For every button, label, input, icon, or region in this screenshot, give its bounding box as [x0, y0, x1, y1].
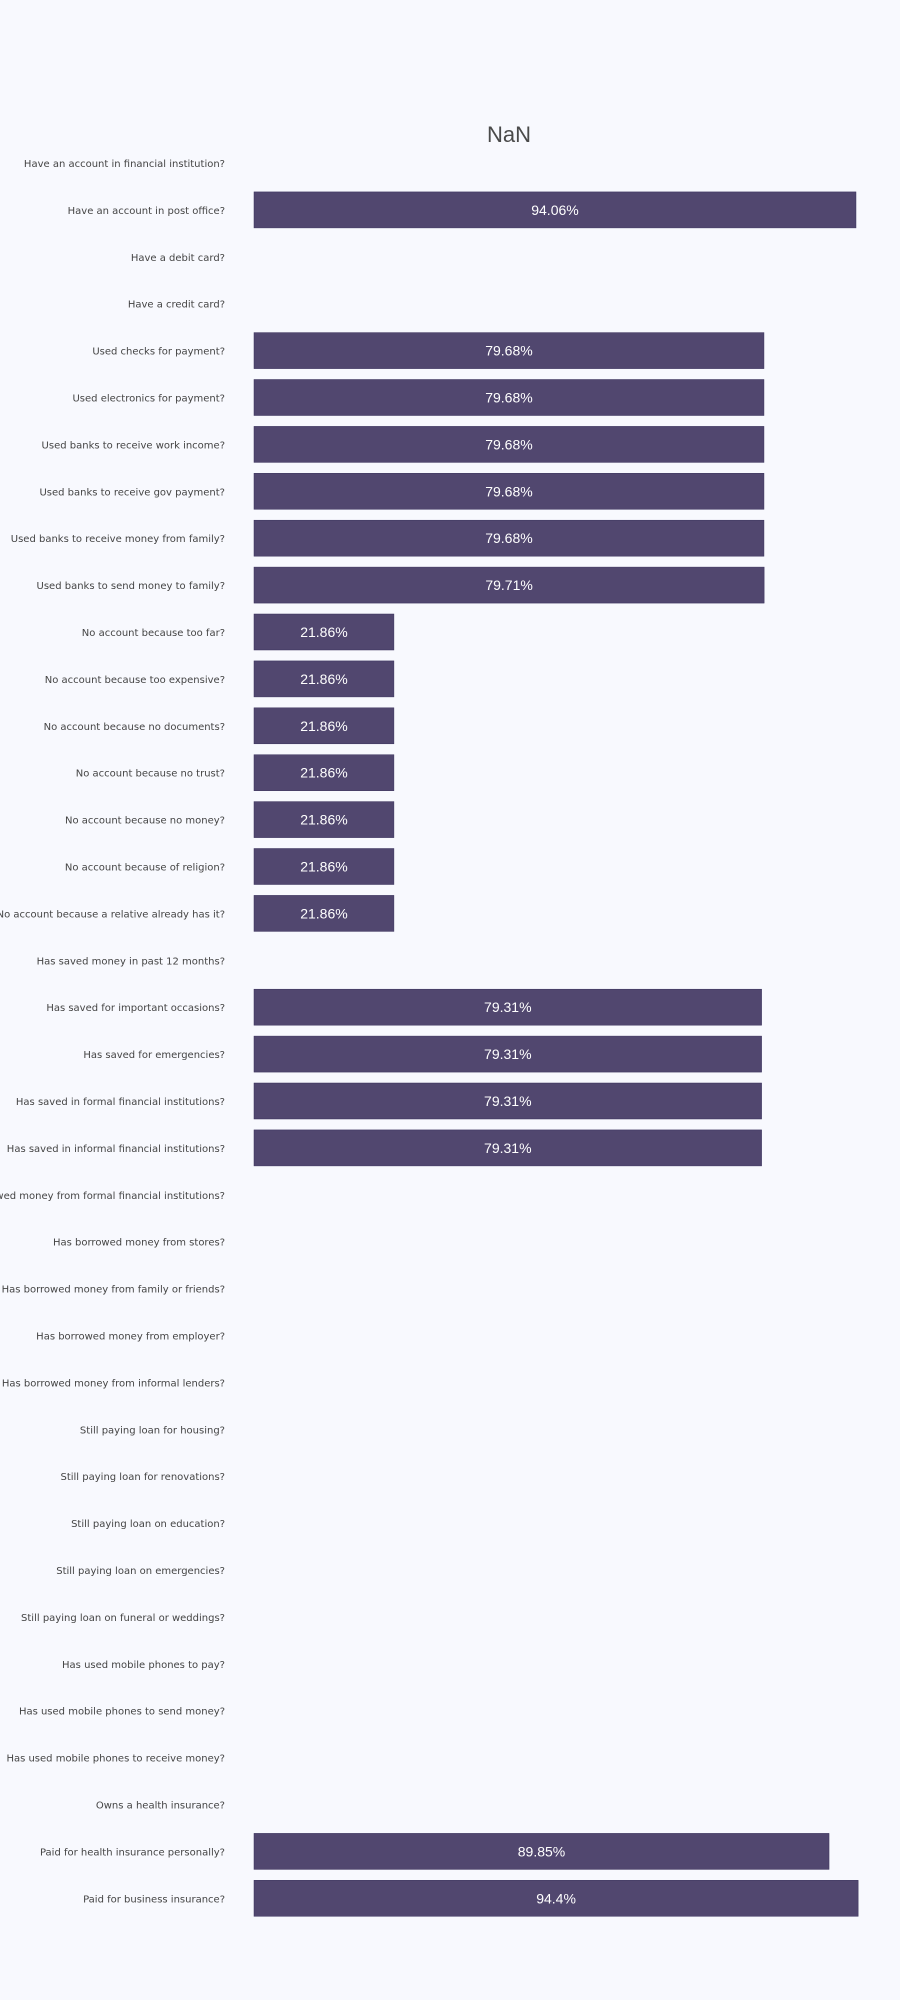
category-label: No account because no documents? [44, 722, 225, 733]
category-label: Used banks to receive money from family? [11, 534, 225, 545]
category-label: No account because too expensive? [45, 675, 225, 686]
chart-title: NaN [487, 122, 531, 147]
bar-value-label: 79.31% [484, 999, 531, 1015]
category-label: Have an account in financial institution… [24, 159, 225, 170]
category-label: Has saved money in past 12 months? [37, 956, 225, 967]
category-label: Has used mobile phones to pay? [62, 1660, 225, 1671]
category-label: Has borrowed money from family or friend… [2, 1285, 225, 1296]
bar-value-label: 21.86% [300, 765, 347, 781]
category-label: Has borrowed money from employer? [36, 1332, 225, 1343]
category-label: Used electronics for payment? [72, 394, 225, 405]
category-label: Used banks to send money to family? [37, 581, 225, 592]
category-label: Still paying loan on funeral or weddings… [21, 1613, 225, 1624]
bar-value-label: 79.68% [485, 483, 532, 499]
category-label: Paid for business insurance? [83, 1894, 225, 1905]
category-label: Have a credit card? [128, 300, 225, 311]
bar-value-label: 21.86% [300, 624, 347, 640]
bar-value-label: 21.86% [300, 718, 347, 734]
bar-value-label: 79.68% [485, 390, 532, 406]
category-label: No account because no money? [65, 816, 225, 827]
category-label: Still paying loan on emergencies? [56, 1566, 225, 1577]
bar-value-label: 21.86% [300, 859, 347, 875]
bar-value-label: 79.31% [484, 1140, 531, 1156]
category-label: Has used mobile phones to receive money? [6, 1754, 225, 1765]
category-label: Still paying loan on education? [71, 1519, 225, 1530]
category-label: No account because a relative already ha… [0, 909, 225, 920]
category-label: Have a debit card? [131, 253, 225, 264]
horizontal-bar-chart: NaN Have an account in financial institu… [0, 0, 900, 2000]
category-label: Still paying loan for housing? [80, 1425, 225, 1436]
bar-value-label: 21.86% [300, 812, 347, 828]
bar-value-label: 79.31% [484, 1046, 531, 1062]
category-label: Has borrowed money from formal financial… [0, 1191, 225, 1202]
bar-value-label: 89.85% [518, 1843, 565, 1859]
category-label: Used checks for payment? [92, 347, 225, 358]
category-label: No account because too far? [82, 628, 225, 639]
bar-value-label: 79.68% [485, 343, 532, 359]
category-label: Has used mobile phones to send money? [19, 1707, 225, 1718]
category-label: Has saved in formal financial institutio… [16, 1097, 225, 1108]
category-label: Still paying loan for renovations? [60, 1472, 225, 1483]
category-label: Have an account in post office? [68, 206, 225, 217]
category-label: Has saved for emergencies? [83, 1050, 225, 1061]
bar-value-label: 94.06% [531, 202, 578, 218]
category-label: Paid for health insurance personally? [40, 1847, 225, 1858]
category-label: Has saved for important occasions? [46, 1003, 225, 1014]
bar-value-label: 94.4% [536, 1890, 576, 1906]
bar-value-label: 79.31% [484, 1093, 531, 1109]
category-label: Used banks to receive work income? [42, 440, 225, 451]
category-label: Has borrowed money from informal lenders… [2, 1378, 225, 1389]
bar-value-label: 79.71% [485, 577, 532, 593]
bar-value-label: 79.68% [485, 530, 532, 546]
bar-value-label: 21.86% [300, 905, 347, 921]
bar-value-label: 21.86% [300, 671, 347, 687]
bar-value-label: 79.68% [485, 436, 532, 452]
category-label: Used banks to receive gov payment? [39, 487, 225, 498]
category-label: Has saved in informal financial institut… [7, 1144, 225, 1155]
category-label: Has borrowed money from stores? [53, 1238, 225, 1249]
category-label: No account because of religion? [65, 863, 225, 874]
category-label: No account because no trust? [76, 769, 225, 780]
category-label: Owns a health insurance? [96, 1801, 225, 1812]
